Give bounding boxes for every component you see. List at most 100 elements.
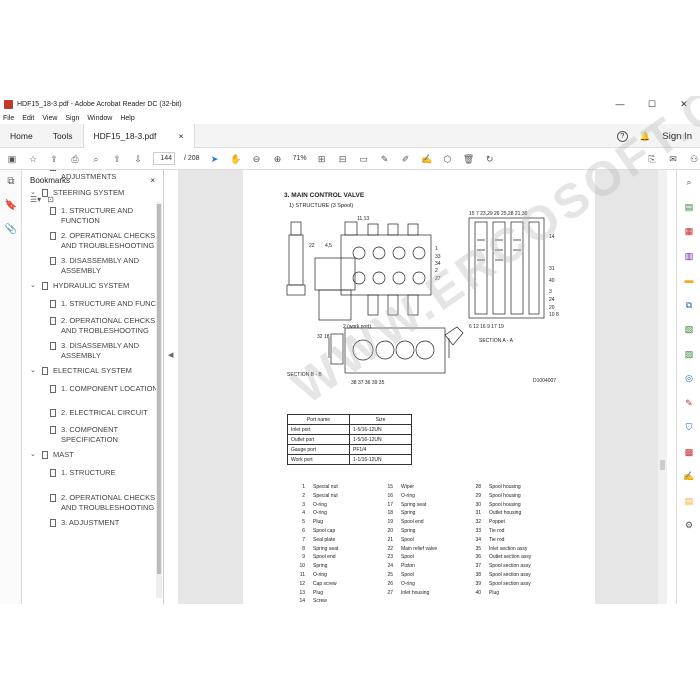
delete-icon[interactable]: 🗑	[463, 153, 475, 165]
part-number: 9	[302, 554, 305, 561]
comment-tool-icon[interactable]: ▬	[677, 268, 700, 293]
bookmarks-scrollbar[interactable]	[156, 202, 162, 598]
menu-edit[interactable]: Edit	[22, 115, 34, 122]
bookmark-label: 1. COMPONENT LOCATION	[61, 384, 158, 393]
tab-tools[interactable]: Tools	[43, 124, 83, 148]
part-row: 20 Spring	[379, 527, 437, 536]
bookmark-label: 3. COMPONENT SPECIFICATION	[61, 425, 118, 444]
collapse-panel-icon[interactable]: ◀	[168, 351, 173, 359]
part-name: Outlet housing	[489, 510, 522, 517]
bookmark-icon	[50, 317, 56, 325]
rotate-icon[interactable]: ↻	[484, 153, 496, 165]
menu-help[interactable]: Help	[120, 115, 134, 122]
protect-icon[interactable]: ⛉	[677, 415, 700, 440]
combine-files-icon[interactable]: ⧉	[677, 293, 700, 318]
part-row: 18 Spring	[379, 509, 437, 518]
bookmark-star-icon[interactable]: ☆	[27, 153, 39, 165]
document-scrollbar[interactable]	[658, 170, 667, 604]
save-icon[interactable]: ▣	[6, 153, 18, 165]
select-cursor-icon[interactable]: ➤	[209, 153, 221, 165]
tab-home[interactable]: Home	[0, 124, 43, 148]
menu-file[interactable]: File	[3, 115, 14, 122]
compress-pdf-icon[interactable]: ▩	[677, 440, 700, 465]
part-name: Plug	[313, 589, 324, 596]
bookmark-label: HYDRAULIC SYSTEM	[53, 281, 130, 290]
part-number: 19	[387, 519, 393, 526]
draw-icon[interactable]: ✐	[400, 153, 412, 165]
more-tools-icon[interactable]: ⚙	[677, 513, 700, 538]
menu-sign[interactable]: Sign	[65, 115, 79, 122]
bookmark-icon	[50, 342, 56, 350]
page-total: / 208	[184, 155, 200, 162]
part-number: 30	[475, 501, 481, 508]
comment-icon[interactable]: ▭	[358, 153, 370, 165]
request-signatures-icon[interactable]: ✍	[677, 464, 700, 489]
page-number-input[interactable]: 144	[153, 152, 175, 165]
part-row: 5 Plug	[291, 518, 338, 527]
bookmark-icon	[50, 257, 56, 265]
page-down-icon[interactable]: ⇩	[132, 153, 144, 165]
tab-document[interactable]: HDF15_18-3.pdf ×	[82, 123, 195, 148]
callout-10-8: 10 8	[549, 312, 559, 318]
create-pdf-icon[interactable]: ▦	[677, 219, 700, 244]
enhance-scans-icon[interactable]: ◎	[677, 366, 700, 391]
print-icon[interactable]: ⎙	[69, 153, 81, 165]
highlight-icon[interactable]: ✎	[379, 153, 391, 165]
edit-pdf-icon[interactable]: ▥	[677, 244, 700, 269]
zoom-level-dropdown[interactable]: 71%	[293, 155, 307, 162]
expand-chevron-icon[interactable]: ⌄	[30, 188, 36, 198]
minimize-button[interactable]: —	[604, 96, 636, 112]
part-name: Spool	[401, 536, 414, 543]
part-number: 29	[475, 492, 481, 499]
bookmark-label: 3. TESTS AND ADJUSTMENTS	[61, 170, 117, 181]
sign-icon[interactable]: ✍	[421, 153, 433, 165]
menu-window[interactable]: Window	[87, 115, 112, 122]
share-icon[interactable]: ⚇	[688, 153, 700, 165]
part-row: 2 Special nut	[291, 492, 338, 501]
organize-pages-icon[interactable]: ▧	[677, 317, 700, 342]
bookmark-icon	[50, 232, 56, 240]
upload-icon[interactable]: ⇪	[48, 153, 60, 165]
part-row: 24 Piston	[379, 562, 437, 571]
search-icon[interactable]: ⌕	[677, 170, 700, 195]
zoom-search-icon[interactable]: ⌕	[90, 153, 102, 165]
part-row: 40 Plug	[467, 589, 531, 598]
part-number: 8	[302, 545, 305, 552]
menu-bar: File Edit View Sign Window Help	[0, 112, 700, 124]
part-name: Main relief valve	[401, 545, 438, 552]
attachments-icon[interactable]: 📎	[0, 218, 22, 242]
zoom-out-icon[interactable]: ⊖	[251, 153, 263, 165]
expand-chevron-icon[interactable]: ⌄	[30, 366, 36, 376]
part-number: 34	[475, 536, 481, 543]
part-row: 15 Wiper	[379, 483, 437, 492]
part-name: Inlet section assy	[489, 545, 528, 552]
part-row: 19 Spool end	[379, 518, 437, 527]
part-number: 32	[475, 519, 481, 526]
bookmark-icon	[42, 367, 48, 375]
part-row: 26 O-ring	[379, 580, 437, 589]
bookmark-label: 2. OPERATIONAL CEHCKS AND TROBLESHOOTING	[61, 316, 156, 335]
part-name: Spring seat	[313, 545, 339, 552]
document-scroll-thumb[interactable]	[660, 460, 665, 470]
bookmarks-scroll-thumb[interactable]	[157, 204, 161, 574]
part-name: Spool cap	[313, 527, 336, 534]
prepare-form-icon[interactable]: ▤	[677, 489, 700, 514]
fill-sign-icon[interactable]: ✎	[677, 391, 700, 416]
hand-tool-icon[interactable]: ✋	[230, 153, 242, 165]
stamp-icon[interactable]: ⬡	[442, 153, 454, 165]
zoom-in-icon[interactable]: ⊕	[272, 153, 284, 165]
page-thumbnails-icon[interactable]: ⧉	[0, 170, 22, 194]
expand-chevron-icon[interactable]: ⌄	[30, 281, 36, 291]
export-pdf-icon[interactable]: ▤	[677, 195, 700, 220]
tab-close-icon[interactable]: ×	[179, 124, 184, 148]
bookmark-icon	[50, 385, 56, 393]
scan-ocr-icon[interactable]: ▨	[677, 342, 700, 367]
page-display-icon[interactable]: ⊞	[316, 153, 328, 165]
page-up-icon[interactable]: ⇧	[111, 153, 123, 165]
menu-view[interactable]: View	[42, 115, 57, 122]
expand-chevron-icon[interactable]: ⌄	[30, 450, 36, 460]
scroll-mode-icon[interactable]: ⊟	[337, 153, 349, 165]
part-name: Spool section assy	[489, 580, 531, 587]
part-row: 32 Poppet	[467, 518, 531, 527]
bookmarks-icon[interactable]: 🔖	[0, 194, 22, 218]
